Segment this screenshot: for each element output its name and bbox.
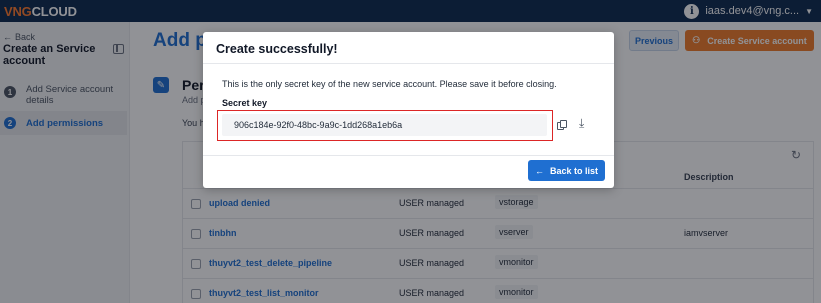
dialog-divider: [203, 155, 614, 156]
arrow-left-icon: ←: [534, 165, 544, 176]
secret-key-label: Secret key: [222, 98, 268, 108]
success-dialog: Create successfully! This is the only se…: [203, 32, 614, 188]
secret-key-highlight: 906c184e-92f0-48bc-9a9c-1dd268a1eb6a: [217, 110, 553, 141]
dialog-message: This is the only secret key of the new s…: [222, 79, 557, 89]
copy-icon[interactable]: [557, 120, 568, 131]
secret-key-field[interactable]: 906c184e-92f0-48bc-9a9c-1dd268a1eb6a: [222, 114, 547, 136]
dialog-header: Create successfully!: [203, 32, 614, 64]
download-icon[interactable]: ⤓: [579, 117, 584, 129]
dialog-title: Create successfully!: [216, 42, 338, 56]
back-to-list-button[interactable]: ← Back to list: [528, 160, 605, 181]
